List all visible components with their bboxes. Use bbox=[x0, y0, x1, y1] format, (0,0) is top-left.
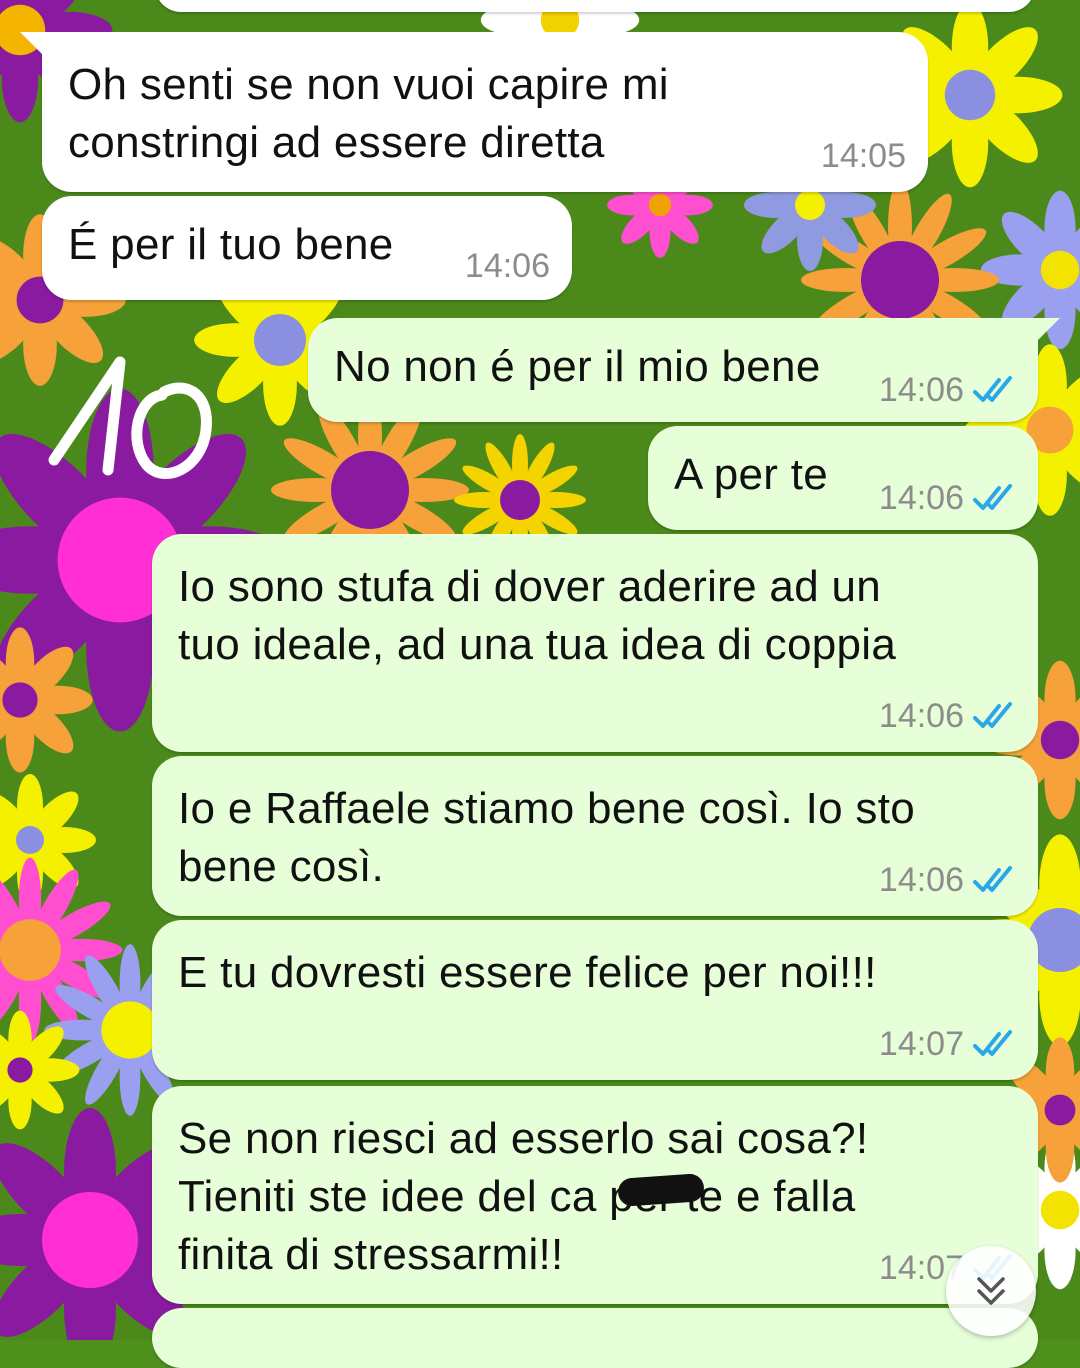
message-text: E tu dovresti essere felice per noi!!! bbox=[178, 948, 877, 997]
message-timestamp: 14:07 bbox=[878, 1024, 964, 1063]
message-bubble-outgoing[interactable]: E tu dovresti essere felice per noi!!! 1… bbox=[152, 920, 1038, 1080]
message-bubble-outgoing[interactable]: No non é per il mio bene 14:06 bbox=[308, 318, 1060, 422]
message-text: Io e Raffaele stiamo bene così. Io sto b… bbox=[178, 784, 916, 891]
message-text: No non é per il mio bene bbox=[334, 342, 821, 391]
message-bubble-partial-bottom bbox=[152, 1308, 1038, 1368]
double-check-icon bbox=[973, 702, 1012, 728]
message-timestamp: 14:06 bbox=[878, 696, 964, 735]
message-text: Oh senti se non vuoi capire mi constring… bbox=[68, 60, 669, 167]
message-text: Io sono stufa di dover aderire ad un tuo… bbox=[178, 562, 897, 669]
message-timestamp: 14:06 bbox=[464, 246, 550, 285]
double-check-icon bbox=[973, 866, 1012, 892]
chevron-double-down-icon bbox=[977, 1277, 1005, 1305]
message-timestamp: 14:06 bbox=[878, 860, 964, 899]
scroll-to-bottom-button[interactable] bbox=[946, 1246, 1036, 1336]
handwritten-number-annotation bbox=[48, 356, 212, 479]
message-timestamp: 14:06 bbox=[878, 478, 964, 517]
message-bubble-outgoing[interactable]: Io e Raffaele stiamo bene così. Io sto b… bbox=[152, 756, 1038, 916]
double-check-icon bbox=[973, 376, 1012, 402]
message-bubble-incoming[interactable]: Oh senti se non vuoi capire mi constring… bbox=[20, 32, 928, 192]
message-text: Se non riesci ad esserlo sai cosa?! Tien… bbox=[178, 1114, 869, 1279]
message-timestamp: 14:06 bbox=[878, 370, 964, 409]
message-bubble-outgoing[interactable]: A per te 14:06 bbox=[648, 426, 1038, 530]
double-check-icon bbox=[973, 484, 1012, 510]
message-bubble-incoming[interactable]: É per il tuo bene 14:06 bbox=[42, 196, 572, 300]
message-text: A per te bbox=[674, 450, 829, 499]
message-bubble-partial-top bbox=[155, 0, 1035, 12]
message-bubble-outgoing[interactable]: Se non riesci ad esserlo sai cosa?! Tien… bbox=[152, 1086, 1038, 1304]
double-check-icon bbox=[973, 1030, 1012, 1056]
message-timestamp: 14:05 bbox=[820, 136, 906, 175]
message-text: É per il tuo bene bbox=[68, 220, 394, 269]
message-bubble-outgoing[interactable]: Io sono stufa di dover aderire ad un tuo… bbox=[152, 534, 1038, 752]
